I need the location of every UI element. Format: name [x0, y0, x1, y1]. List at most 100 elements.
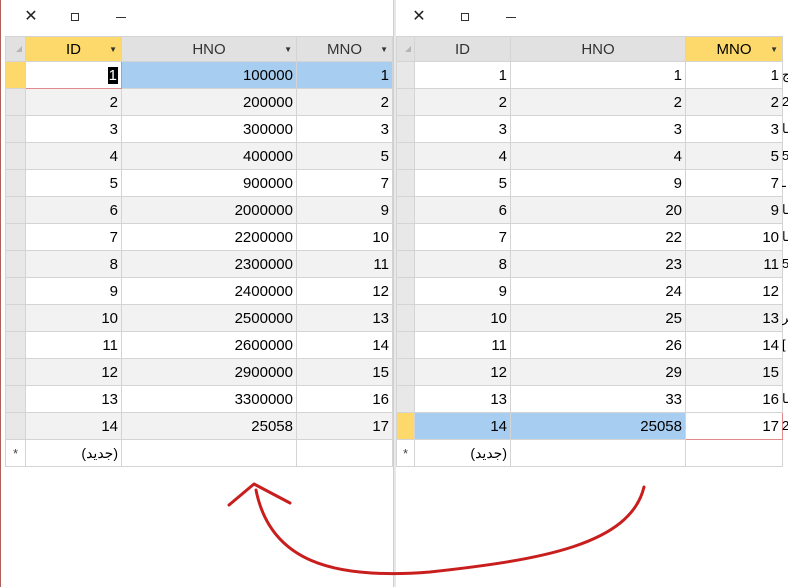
table-cell-hno[interactable]: 25: [510, 304, 686, 332]
table-row[interactable]: 5 900000 7: [5, 169, 393, 197]
table-cell-mno[interactable]: 11: [296, 250, 393, 278]
record-selector[interactable]: [396, 277, 415, 305]
table-cell-mno[interactable]: 17: [296, 412, 393, 440]
maximize-icon[interactable]: [63, 4, 87, 30]
table-cell-mno[interactable]: 1: [685, 61, 783, 89]
record-selector[interactable]: [5, 61, 26, 89]
column-header-mno[interactable]: MNO ▼: [296, 36, 393, 62]
table-row[interactable]: 12 2900000 15: [5, 358, 393, 386]
table-cell-hno[interactable]: 22: [510, 223, 686, 251]
table-cell-id[interactable]: 12: [25, 358, 122, 386]
table-cell-mno[interactable]: 2: [685, 88, 783, 116]
table-row[interactable]: 12 29 15: [396, 358, 783, 386]
table-cell-hno[interactable]: 25058: [121, 412, 297, 440]
record-selector[interactable]: [5, 142, 26, 170]
dropdown-arrow-icon[interactable]: ▼: [109, 45, 117, 54]
record-selector[interactable]: [396, 250, 415, 278]
table-cell-id[interactable]: 3: [25, 115, 122, 143]
table-cell-mno[interactable]: 14: [296, 331, 393, 359]
table-cell-id[interactable]: 9: [25, 277, 122, 305]
record-selector[interactable]: [5, 358, 26, 386]
table-cell-mno[interactable]: [296, 439, 393, 467]
column-header-hno[interactable]: HNO ▼: [121, 36, 297, 62]
table-row[interactable]: 111: [396, 61, 783, 89]
table-cell-id[interactable]: 3: [414, 115, 511, 143]
table-cell-hno[interactable]: 200000: [121, 88, 297, 116]
table-cell-hno[interactable]: 3300000: [121, 385, 297, 413]
table-cell-mno[interactable]: 16: [685, 385, 783, 413]
table-cell-hno[interactable]: 20: [510, 196, 686, 224]
table-cell-id[interactable]: 2: [414, 88, 511, 116]
minimize-icon[interactable]: [109, 4, 133, 30]
table-cell-id[interactable]: 9: [414, 277, 511, 305]
table-row[interactable]: 14 25058 17: [396, 412, 783, 440]
record-selector[interactable]: [396, 358, 415, 386]
table-cell-hno[interactable]: 23: [510, 250, 686, 278]
table-cell-id[interactable]: 10: [25, 304, 122, 332]
table-cell-hno[interactable]: 300000: [121, 115, 297, 143]
table-row[interactable]: 13 3300000 16: [5, 385, 393, 413]
table-cell-hno[interactable]: 3: [510, 115, 686, 143]
table-row[interactable]: 11 2600000 14: [5, 331, 393, 359]
table-cell-mno[interactable]: 3: [685, 115, 783, 143]
table-row[interactable]: 2 200000 2: [5, 88, 393, 116]
table-cell-hno[interactable]: 400000: [121, 142, 297, 170]
table-row[interactable]: 10 25 13: [396, 304, 783, 332]
record-selector[interactable]: [5, 223, 26, 251]
table-cell-mno[interactable]: 12: [296, 277, 393, 305]
table-cell-id[interactable]: 14: [25, 412, 122, 440]
table-cell-id[interactable]: 11: [414, 331, 511, 359]
record-selector[interactable]: [396, 61, 415, 89]
table-cell-hno[interactable]: 4: [510, 142, 686, 170]
table-cell-mno[interactable]: 11: [685, 250, 783, 278]
table-cell-mno[interactable]: 9: [685, 196, 783, 224]
table-cell-mno[interactable]: 10: [296, 223, 393, 251]
record-selector[interactable]: [5, 88, 26, 116]
table-row[interactable]: 6 2000000 9: [5, 196, 393, 224]
close-icon[interactable]: ✕: [19, 4, 43, 30]
record-selector[interactable]: [396, 412, 415, 440]
table-cell-hno[interactable]: 2900000: [121, 358, 297, 386]
column-header-hno[interactable]: HNO: [510, 36, 686, 62]
table-cell-hno[interactable]: 2400000: [121, 277, 297, 305]
table-cell-mno[interactable]: 14: [685, 331, 783, 359]
table-cell-id[interactable]: 12: [414, 358, 511, 386]
table-cell-hno[interactable]: 2200000: [121, 223, 297, 251]
table-row[interactable]: 13 33 16: [396, 385, 783, 413]
select-all-corner[interactable]: [396, 36, 415, 62]
table-row[interactable]: 14 25058 17: [5, 412, 393, 440]
table-cell-id[interactable]: 6: [25, 196, 122, 224]
table-row[interactable]: 597: [396, 169, 783, 197]
table-cell-hno[interactable]: 9: [510, 169, 686, 197]
table-cell-mno[interactable]: 7: [296, 169, 393, 197]
table-cell-mno[interactable]: 5: [296, 142, 393, 170]
table-cell-hno[interactable]: 24: [510, 277, 686, 305]
table-row[interactable]: 4 400000 5: [5, 142, 393, 170]
record-selector[interactable]: [396, 196, 415, 224]
table-cell-id[interactable]: 4: [25, 142, 122, 170]
table-cell-mno[interactable]: 9: [296, 196, 393, 224]
table-row[interactable]: 222: [396, 88, 783, 116]
record-selector[interactable]: [5, 250, 26, 278]
table-cell-id[interactable]: 8: [25, 250, 122, 278]
table-row[interactable]: 9 2400000 12: [5, 277, 393, 305]
table-cell-hno[interactable]: [121, 439, 297, 467]
table-cell-mno[interactable]: 7: [685, 169, 783, 197]
table-row[interactable]: 9 24 12: [396, 277, 783, 305]
table-row[interactable]: 7 22 10: [396, 223, 783, 251]
table-cell-id[interactable]: 4: [414, 142, 511, 170]
table-cell-mno[interactable]: 2: [296, 88, 393, 116]
table-cell-mno[interactable]: 15: [296, 358, 393, 386]
record-selector[interactable]: [5, 115, 26, 143]
table-cell-hno[interactable]: 2000000: [121, 196, 297, 224]
record-selector[interactable]: [396, 88, 415, 116]
table-cell-id[interactable]: 14: [414, 412, 511, 440]
table-row[interactable]: 333: [396, 115, 783, 143]
record-selector[interactable]: [5, 169, 26, 197]
table-cell-id[interactable]: 11: [25, 331, 122, 359]
column-header-id[interactable]: ID ▼: [25, 36, 122, 62]
table-cell-hno[interactable]: 2500000: [121, 304, 297, 332]
dropdown-arrow-icon[interactable]: ▼: [380, 45, 388, 54]
table-cell-id[interactable]: 13: [25, 385, 122, 413]
record-selector[interactable]: [396, 115, 415, 143]
